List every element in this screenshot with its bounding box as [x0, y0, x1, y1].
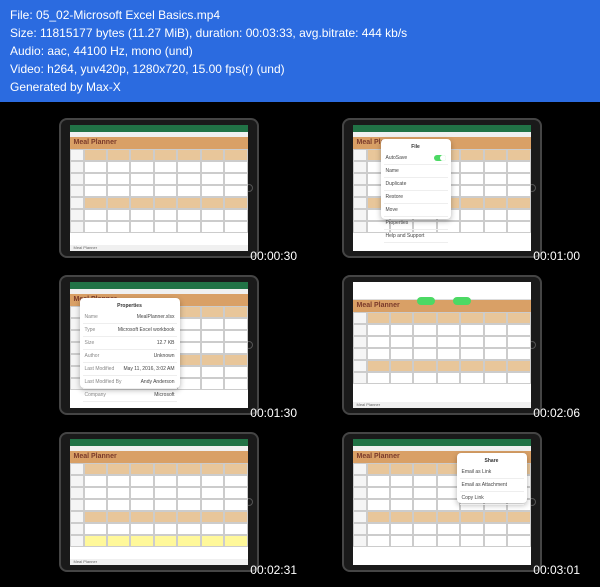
spreadsheet-title: Meal Planner: [353, 300, 531, 312]
menu-item-email-attachment[interactable]: Email as Attachment: [460, 479, 524, 492]
properties-popup: Properties NameMealPlanner.xlsx TypeMicr…: [80, 298, 180, 388]
generator-tag: Generated by Max-X: [10, 78, 590, 96]
prop-row: Size12.7 KB: [83, 337, 177, 350]
menu-item-name[interactable]: Name: [384, 165, 448, 178]
menu-item-copy-link[interactable]: Copy Link: [460, 492, 524, 505]
filesize: 11815177 bytes (11.27 MiB), duration: 00…: [40, 26, 407, 40]
prop-row: NameMealPlanner.xlsx: [83, 311, 177, 324]
prop-row: Last Modified ByAndy Anderson: [83, 376, 177, 389]
excel-ribbon: [70, 125, 248, 137]
sheet-tab: Meal Planner: [70, 559, 248, 565]
menu-item-autosave[interactable]: AutoSave: [384, 152, 448, 165]
menu-item-duplicate[interactable]: Duplicate: [384, 178, 448, 191]
filename: 05_02-Microsoft Excel Basics.mp4: [36, 8, 220, 22]
excel-ribbon: [353, 282, 531, 300]
ipad-frame: Meal Planner Meal Planner: [59, 432, 259, 572]
calendar-grid: [353, 312, 531, 384]
menu-item-email-link[interactable]: Email as Link: [460, 466, 524, 479]
timecode: 00:01:30: [250, 406, 297, 420]
menu-item-restore[interactable]: Restore: [384, 191, 448, 204]
ipad-frame: Meal Planner Meal Planner: [342, 275, 542, 415]
menu-item-move[interactable]: Move: [384, 204, 448, 217]
timecode: 00:01:00: [533, 249, 580, 263]
excel-ribbon: [70, 282, 248, 294]
sheet-tab: Meal Planner: [70, 245, 248, 251]
menu-item-help[interactable]: Help and Support: [384, 230, 448, 243]
timecode: 00:00:30: [250, 249, 297, 263]
spreadsheet-title: Meal Planner: [70, 137, 248, 149]
spreadsheet-title: Meal Planner: [70, 451, 248, 463]
excel-ribbon: [353, 125, 531, 137]
audio-info: aac, 44100 Hz, mono (und): [47, 44, 192, 58]
calendar-grid: [70, 463, 248, 547]
media-info-header: File: 05_02-Microsoft Excel Basics.mp4 S…: [0, 0, 600, 102]
excel-ribbon: [70, 439, 248, 451]
thumbnail-5: Meal Planner Meal Planner 00:02:31: [20, 426, 297, 577]
prop-row: Last ModifiedMay 11, 2016, 3:02 AM: [83, 363, 177, 376]
timecode: 00:02:06: [533, 406, 580, 420]
video-info: h264, yuv420p, 1280x720, 15.00 fps(r) (u…: [47, 62, 285, 76]
ipad-frame: Meal Planner Share Email as Link Email a…: [342, 432, 542, 572]
thumbnail-2: Meal Planner File AutoSave Name Duplicat…: [303, 112, 580, 263]
ipad-frame: Meal Planner Properties NameMealPlanner.…: [59, 275, 259, 415]
timecode: 00:03:01: [533, 563, 580, 577]
file-menu-popup: File AutoSave Name Duplicate Restore Mov…: [381, 139, 451, 219]
thumbnail-grid: Meal Planner Meal Planner 00:00:30: [0, 102, 600, 587]
ipad-frame: Meal Planner File AutoSave Name Duplicat…: [342, 118, 542, 258]
prop-row: AuthorUnknown: [83, 350, 177, 363]
prop-row: CompanyMicrosoft: [83, 389, 177, 402]
calendar-grid: [70, 149, 248, 233]
prop-row: TypeMicrosoft Excel workbook: [83, 324, 177, 337]
thumbnail-4: Meal Planner Meal Planner 00:02:06: [303, 269, 580, 420]
thumbnail-3: Meal Planner Properties NameMealPlanner.…: [20, 269, 297, 420]
menu-item-properties[interactable]: Properties: [384, 217, 448, 230]
thumbnail-6: Meal Planner Share Email as Link Email a…: [303, 426, 580, 577]
ribbon-toggle-icon: [453, 297, 471, 305]
ribbon-toggle-icon: [417, 297, 435, 305]
thumbnail-1: Meal Planner Meal Planner 00:00:30: [20, 112, 297, 263]
ipad-frame: Meal Planner Meal Planner: [59, 118, 259, 258]
sheet-tab: Meal Planner: [353, 402, 531, 408]
toggle-icon: [434, 155, 446, 161]
timecode: 00:02:31: [250, 563, 297, 577]
excel-ribbon: [353, 439, 531, 451]
share-menu-popup: Share Email as Link Email as Attachment …: [457, 453, 527, 503]
